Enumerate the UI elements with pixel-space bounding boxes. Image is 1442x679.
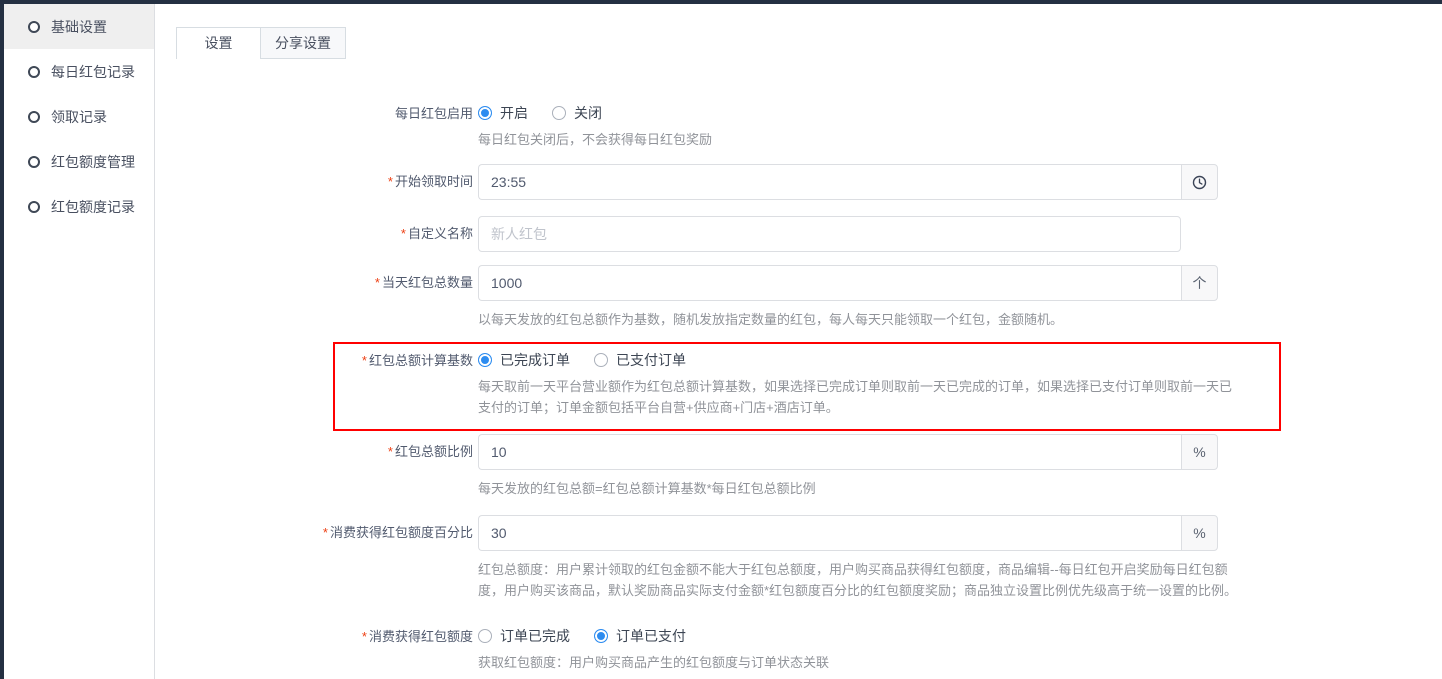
circle-bullet-icon xyxy=(28,21,40,33)
form-row-quota-percent: *消费获得红包额度百分比 % 红包总额度：用户累计领取的红包金额不能大于红包总额… xyxy=(156,515,1442,601)
quota-percent-input[interactable] xyxy=(478,515,1181,551)
sidebar-item-label: 每日红包记录 xyxy=(51,62,135,82)
form-row-total-ratio: *红包总额比例 % 每天发放的红包总额=红包总额计算基数*每日红包总额比例 xyxy=(156,434,1442,499)
circle-bullet-icon xyxy=(28,66,40,78)
circle-bullet-icon xyxy=(28,156,40,168)
radio-order-paid[interactable]: 订单已支付 xyxy=(594,626,686,646)
radio-checked-icon xyxy=(478,106,492,120)
field-label: *消费获得红包额度百分比 xyxy=(156,515,478,601)
form-row-daily-count: *当天红包总数量 个 以每天发放的红包总额作为基数，随机发放指定数量的红包，每人… xyxy=(156,265,1442,330)
settings-sidebar: 基础设置 每日红包记录 领取记录 红包额度管理 红包额度记录 xyxy=(4,4,155,679)
field-label: *红包总额比例 xyxy=(156,434,478,499)
sidebar-item-quota-records[interactable]: 红包额度记录 xyxy=(4,184,154,229)
settings-form: 每日红包启用 开启 关闭 每日红包关闭后，不会获得每日红包奖励 *开始领取时间 xyxy=(156,103,1442,673)
field-help-text: 每日红包关闭后，不会获得每日红包奖励 xyxy=(478,129,1240,150)
tab-settings[interactable]: 设置 xyxy=(176,27,260,59)
custom-name-input[interactable] xyxy=(478,216,1181,252)
field-help-text: 每天取前一天平台营业额作为红包总额计算基数，如果选择已完成订单则取前一天已完成的… xyxy=(478,376,1240,418)
sidebar-item-label: 领取记录 xyxy=(51,107,107,127)
tab-share-settings[interactable]: 分享设置 xyxy=(260,27,346,59)
field-label: *开始领取时间 xyxy=(156,164,478,200)
field-help-text: 红包总额度：用户累计领取的红包金额不能大于红包总额度，用户购买商品获得红包额度，… xyxy=(478,559,1240,601)
field-label: *当天红包总数量 xyxy=(156,265,478,330)
field-help-text: 以每天发放的红包总额作为基数，随机发放指定数量的红包，每人每天只能领取一个红包，… xyxy=(478,309,1240,330)
sidebar-item-daily-redpacket-records[interactable]: 每日红包记录 xyxy=(4,49,154,94)
percent-append: % xyxy=(1181,434,1218,470)
radio-completed-orders[interactable]: 已完成订单 xyxy=(478,350,570,370)
form-row-calc-base: *红包总额计算基数 已完成订单 已支付订单 每天取前一天平台营业额作为红包总额计… xyxy=(156,350,1442,418)
radio-order-completed[interactable]: 订单已完成 xyxy=(478,626,570,646)
left-frame-bar xyxy=(0,0,4,679)
clock-icon xyxy=(1192,175,1207,190)
form-row-custom-name: *自定义名称 xyxy=(156,216,1442,252)
circle-bullet-icon xyxy=(28,111,40,123)
field-help-text: 获取红包额度：用户购买商品产生的红包额度与订单状态关联 xyxy=(478,652,1240,673)
radio-enable-on[interactable]: 开启 xyxy=(478,103,528,123)
top-frame-bar xyxy=(0,0,1442,4)
sidebar-item-label: 红包额度管理 xyxy=(51,152,135,172)
sidebar-item-label: 红包额度记录 xyxy=(51,197,135,217)
field-label: *消费获得红包额度 xyxy=(156,626,478,673)
radio-enable-off[interactable]: 关闭 xyxy=(552,103,602,123)
form-row-start-time: *开始领取时间 xyxy=(156,164,1442,200)
field-help-text: 每天发放的红包总额=红包总额计算基数*每日红包总额比例 xyxy=(478,478,1240,499)
time-picker-append[interactable] xyxy=(1181,164,1218,200)
radio-unchecked-icon xyxy=(478,629,492,643)
main-content: 设置 分享设置 每日红包启用 开启 关闭 每日红包关闭后，不会获得每日红包奖励 xyxy=(156,4,1442,679)
field-label: 每日红包启用 xyxy=(156,103,478,150)
field-label: *自定义名称 xyxy=(156,216,478,252)
total-ratio-input[interactable] xyxy=(478,434,1181,470)
radio-paid-orders[interactable]: 已支付订单 xyxy=(594,350,686,370)
radio-unchecked-icon xyxy=(594,353,608,367)
radio-checked-icon xyxy=(478,353,492,367)
radio-unchecked-icon xyxy=(552,106,566,120)
sidebar-item-basic-settings[interactable]: 基础设置 xyxy=(4,4,154,49)
field-label: *红包总额计算基数 xyxy=(156,350,478,418)
form-row-daily-enable: 每日红包启用 开启 关闭 每日红包关闭后，不会获得每日红包奖励 xyxy=(156,103,1442,150)
percent-append: % xyxy=(1181,515,1218,551)
unit-append: 个 xyxy=(1181,265,1218,301)
circle-bullet-icon xyxy=(28,201,40,213)
tab-bar: 设置 分享设置 xyxy=(176,27,1442,59)
radio-checked-icon xyxy=(594,629,608,643)
sidebar-item-quota-management[interactable]: 红包额度管理 xyxy=(4,139,154,184)
sidebar-item-label: 基础设置 xyxy=(51,17,107,37)
form-row-quota-order-state: *消费获得红包额度 订单已完成 订单已支付 获取红包额度：用户购买商品产生的红包… xyxy=(156,626,1442,673)
start-time-input[interactable] xyxy=(478,164,1181,200)
sidebar-item-claim-records[interactable]: 领取记录 xyxy=(4,94,154,139)
daily-count-input[interactable] xyxy=(478,265,1181,301)
